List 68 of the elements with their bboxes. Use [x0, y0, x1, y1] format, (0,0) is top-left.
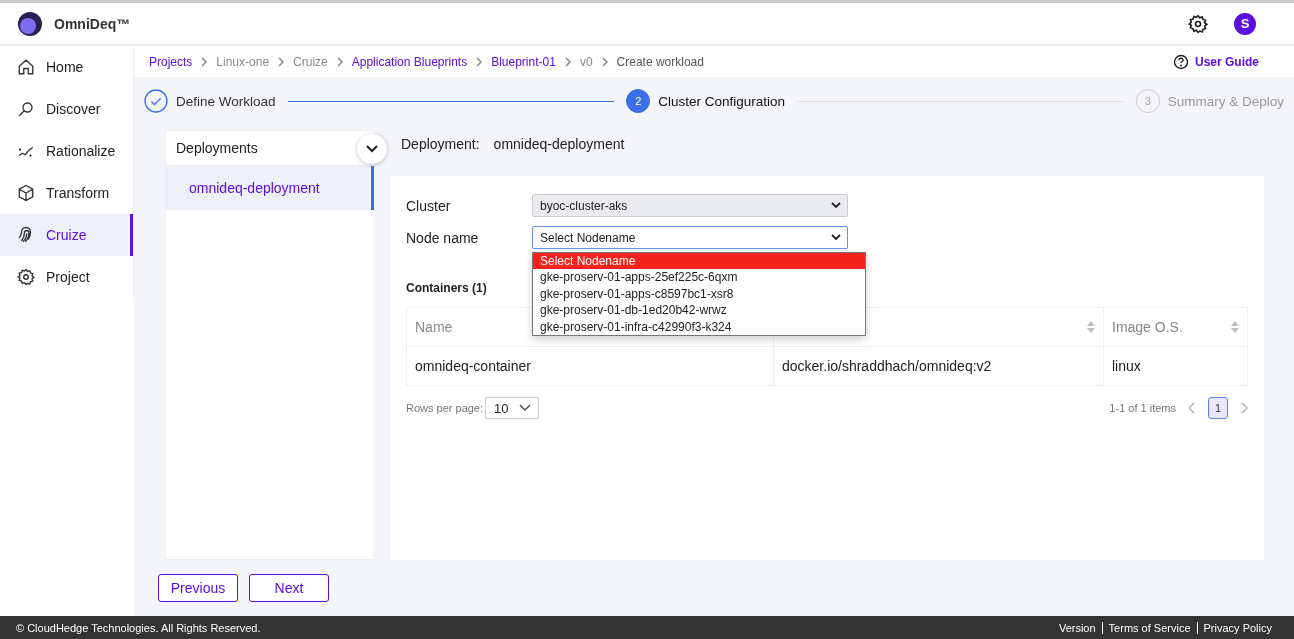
chevron-down-icon: [366, 145, 378, 153]
step-label: Cluster Configuration: [658, 93, 786, 109]
breadcrumb-item: Create workload: [616, 54, 704, 69]
deployment-name: omnideq-deployment: [493, 136, 625, 152]
user-guide-link[interactable]: User Guide: [1194, 54, 1259, 69]
chevron-down-icon: [831, 202, 841, 209]
table-cell: linux: [1103, 346, 1248, 386]
avatar[interactable]: S: [1234, 12, 1256, 35]
step-label: Summary & Deploy: [1167, 93, 1284, 109]
chevron-icon: [475, 56, 484, 67]
chevron-icon: [600, 56, 609, 67]
gear-icon: [17, 268, 35, 286]
step-label: Define Workload: [176, 93, 276, 109]
breadcrumb-link[interactable]: Blueprint-01: [491, 54, 556, 69]
cube-icon: [17, 184, 35, 202]
panel-title: Deployments: [176, 140, 258, 156]
copyright-text: © CloudHedge Technologies. All Rights Reserved.: [16, 621, 261, 634]
sidebar-item[interactable]: Cruize: [0, 214, 133, 256]
breadcrumb-link[interactable]: Projects: [149, 54, 193, 69]
footer-link[interactable]: Terms of Service: [1101, 621, 1197, 634]
magnifier-icon: [17, 100, 35, 118]
footer-link[interactable]: Privacy Policy: [1196, 621, 1278, 634]
breadcrumb-item: v0: [579, 54, 593, 69]
deployment-item[interactable]: omnideq-deployment: [166, 166, 374, 210]
breadcrumb-item: Cruize: [293, 54, 328, 69]
chevron-down-icon: [518, 404, 531, 412]
step-number: 2: [626, 89, 651, 113]
field-label: Node name: [406, 229, 480, 246]
sort-icon: [1087, 321, 1095, 333]
section-title: Containers (1): [406, 281, 487, 295]
sidebar-item[interactable]: Home: [0, 46, 133, 88]
chevron-icon: [200, 56, 209, 67]
dropdown-option[interactable]: gke-proserv-01-apps-c8597bc1-xsr8: [533, 285, 865, 303]
app-name: OmniDeq™: [54, 15, 131, 32]
sidebar-item[interactable]: Project: [0, 256, 133, 298]
nav-button[interactable]: Previous: [158, 574, 238, 602]
column-header[interactable]: Image O.S.: [1112, 319, 1183, 335]
dropdown-option[interactable]: gke-proserv-01-db-1ed20b42-wrwz: [533, 302, 865, 319]
footer-link[interactable]: Version: [1052, 621, 1102, 634]
table-cell: omnideq-container: [406, 346, 774, 386]
home-icon: [17, 58, 35, 76]
column-header[interactable]: Name: [415, 319, 453, 335]
page-button[interactable]: 1: [1208, 397, 1228, 419]
item-range: 1-1 of 1 items: [1109, 402, 1176, 414]
help-icon: [1172, 53, 1189, 70]
chevron-icon: [335, 56, 344, 67]
sort-icon: [1231, 321, 1239, 333]
nav-button[interactable]: Next: [249, 574, 329, 602]
sidebar-item[interactable]: Transform: [0, 172, 133, 214]
table-cell: docker.io/shraddhach/omnideq:v2: [773, 346, 1104, 386]
breadcrumb-link[interactable]: Application Blueprints: [351, 54, 468, 69]
rows-per-page-label: Rows per page:: [406, 402, 484, 414]
chevron-down-icon: [831, 234, 841, 241]
field-label: Cluster: [406, 197, 452, 214]
rows-per-page-select[interactable]: 10: [485, 397, 540, 419]
settings-icon[interactable]: [1188, 13, 1208, 34]
dropdown-option[interactable]: gke-proserv-01-infra-c42990f3-k324: [533, 318, 865, 335]
node-select[interactable]: Select Nodename: [532, 226, 848, 249]
chevron-icon: [277, 56, 286, 67]
logo-icon: [18, 11, 42, 36]
breadcrumb-item: Linux-one: [216, 54, 270, 69]
dropdown-option[interactable]: Select Nodename: [533, 253, 865, 270]
dropdown-option[interactable]: gke-proserv-01-apps-25ef225c-6qxm: [533, 269, 865, 286]
sidebar-item[interactable]: Discover: [0, 88, 133, 130]
deployment-label: Deployment:: [401, 136, 480, 152]
collapse-button[interactable]: [357, 134, 387, 164]
sidebar-item[interactable]: Rationalize: [0, 130, 133, 172]
chevron-icon: [563, 56, 572, 67]
